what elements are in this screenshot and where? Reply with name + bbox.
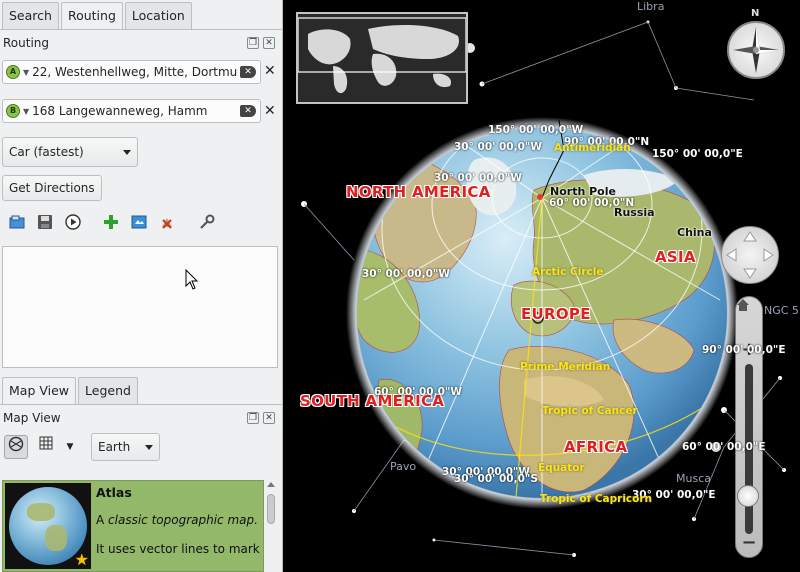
scrollbar-thumb[interactable] — [267, 494, 275, 524]
theme-list-scrollbar[interactable] — [265, 480, 277, 572]
graticule-label: 150° 00' 00,0"E — [652, 148, 743, 160]
play-route-icon[interactable] — [64, 214, 82, 232]
tab-routing[interactable]: Routing — [60, 2, 123, 30]
clear-route-icon[interactable] — [158, 214, 176, 232]
graticule-label: 30° 00' 00,0"W — [434, 172, 522, 184]
tab-legend[interactable]: Legend — [78, 377, 138, 404]
chevron-down-icon[interactable]: ▼ — [23, 68, 29, 77]
mapview-tabbar: Map View Legend — [2, 377, 138, 405]
line-label: Antimeridian — [554, 142, 631, 154]
globe-icon — [8, 436, 24, 452]
graticule-label: 150° 00' 00,0"W — [488, 124, 584, 136]
globe-map-view[interactable]: N + − Libra Pavo Musca NGC 5139 NORTH AM… — [284, 0, 800, 572]
float-panel-button[interactable]: ❐ — [247, 412, 259, 424]
compass-rose-icon — [727, 21, 785, 79]
remove-waypoint-b-button[interactable]: ✕ — [264, 103, 276, 119]
theme-description: A classic topographic map. — [96, 513, 258, 527]
close-panel-button[interactable]: ✕ — [263, 412, 275, 424]
graticule-label: 60° 00' 00,0"W — [374, 386, 462, 398]
zoom-handle[interactable] — [737, 485, 759, 507]
line-label: Tropic of Capricorn — [540, 493, 653, 505]
projection-globe-button[interactable] — [4, 435, 28, 459]
overview-world-map[interactable] — [296, 12, 468, 104]
constellation-label: Pavo — [390, 460, 417, 473]
line-label: Prime Meridian — [520, 361, 611, 373]
get-directions-button[interactable]: Get Directions — [2, 175, 102, 201]
constellation-label: Musca — [676, 472, 711, 485]
graticule-label: 30° 00' 00,0"S — [454, 473, 538, 485]
zoom-out-button[interactable]: − — [736, 530, 762, 556]
route-directions-list[interactable] — [2, 246, 278, 368]
waypoint-b-marker-icon: B — [6, 104, 20, 118]
routing-profile-select[interactable]: Car (fastest) — [2, 137, 138, 167]
routing-profile-value: Car (fastest) — [9, 145, 84, 159]
home-icon[interactable] — [736, 298, 762, 324]
line-label: Arctic Circle — [532, 266, 604, 278]
waypoint-a-field[interactable]: A ▼ 22, Westenhellweg, Mitte, Dortmund ✕ — [2, 60, 261, 84]
graticule-label: 60° 00' 00,0"N — [549, 197, 635, 209]
dropdown-caret-icon — [123, 150, 131, 155]
mapview-panel-title: Map View — [3, 411, 61, 425]
waypoint-b-input[interactable]: 168 Langewanneweg, Hamm — [32, 104, 238, 118]
line-label: Equator — [538, 462, 585, 474]
graticule-label: 30° 00' 00,0"W — [454, 141, 542, 153]
favorite-star-icon[interactable]: ★ — [75, 550, 89, 569]
atlas-thumbnail: ★ — [5, 483, 91, 569]
celestial-body-select[interactable]: Earth — [91, 433, 160, 461]
close-panel-button[interactable]: ✕ — [263, 37, 275, 49]
open-route-icon[interactable] — [8, 214, 26, 232]
graticule-label: 30° 00' 00,0"W — [362, 268, 450, 280]
continent-label: NORTH AMERICA — [346, 183, 491, 201]
reverse-route-icon[interactable] — [130, 214, 148, 232]
dropdown-caret-icon — [145, 445, 153, 450]
projection-menu-chevron-icon[interactable]: ▼ — [58, 435, 82, 459]
scroll-up-icon[interactable] — [267, 482, 275, 487]
side-panel: Search Routing Location Routing ❐ ✕ A ▼ … — [0, 0, 283, 572]
mouse-cursor-icon — [185, 269, 199, 290]
add-via-point-icon[interactable] — [102, 214, 120, 232]
search-tabbar: Search Routing Location — [2, 2, 192, 30]
remove-waypoint-a-button[interactable]: ✕ — [264, 63, 276, 79]
projection-flat-button[interactable] — [34, 435, 58, 459]
continent-label: AFRICA — [564, 438, 628, 456]
tab-map-view[interactable]: Map View — [2, 377, 77, 405]
graticule-label: 90° 00' 00,0"E — [702, 344, 786, 356]
tab-divider — [0, 404, 283, 405]
north-pole-marker — [537, 194, 543, 200]
waypoint-a-input[interactable]: 22, Westenhellweg, Mitte, Dortmund — [32, 65, 238, 79]
line-label: Tropic of Cancer — [542, 405, 638, 417]
waypoint-a-marker-icon: A — [6, 65, 20, 79]
compass-north-label: N — [751, 8, 760, 19]
waypoint-b-field[interactable]: B ▼ 168 Langewanneweg, Hamm ✕ — [2, 99, 261, 123]
theme-description-cont: It uses vector lines to mark — [96, 542, 260, 556]
theme-title: Atlas — [96, 485, 132, 500]
clear-input-icon[interactable]: ✕ — [240, 66, 256, 78]
chevron-down-icon[interactable]: ▼ — [23, 107, 29, 116]
tab-search[interactable]: Search — [2, 2, 59, 29]
routing-panel-title: Routing — [3, 36, 50, 50]
pan-navigation-control[interactable] — [721, 226, 779, 284]
grid-icon — [39, 436, 53, 450]
graticule-label: 60° 00' 00,0"E — [682, 441, 766, 453]
celestial-body-value: Earth — [98, 440, 131, 454]
constellation-label: NGC 5139 — [764, 304, 800, 317]
map-theme-item-atlas[interactable]: ★ Atlas A classic topographic map. It us… — [2, 480, 264, 572]
place-label: China — [677, 226, 712, 239]
float-panel-button[interactable]: ❐ — [247, 37, 259, 49]
clear-input-icon[interactable]: ✕ — [240, 105, 256, 117]
save-route-icon[interactable] — [36, 214, 54, 232]
tab-divider — [0, 29, 283, 30]
continent-label: EUROPE — [521, 305, 591, 323]
constellation-label: Libra — [637, 0, 665, 13]
tab-location[interactable]: Location — [124, 2, 192, 29]
continent-label: ASIA — [655, 248, 696, 266]
route-settings-icon[interactable] — [198, 214, 216, 232]
